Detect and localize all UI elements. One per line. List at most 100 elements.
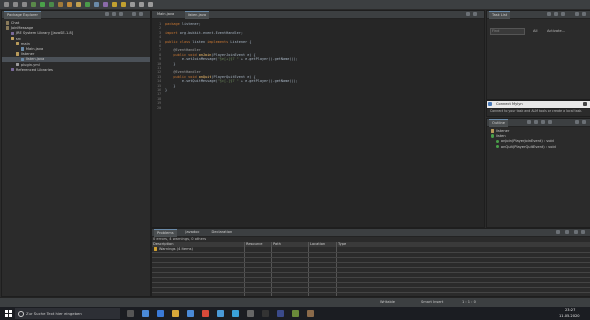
close-icon[interactable] (583, 102, 587, 106)
collapse-all-icon[interactable] (105, 12, 109, 16)
filter-icon[interactable] (556, 230, 560, 234)
maximize-icon[interactable] (582, 12, 586, 16)
new-package-icon[interactable] (76, 2, 81, 7)
bottom-tab-declaration[interactable]: Declaration (209, 229, 236, 236)
sync-icon[interactable] (554, 12, 558, 16)
minimize-icon[interactable] (574, 230, 578, 234)
outline-panel: Outline listener listen onJoin(PlayerJoinE… (486, 118, 590, 228)
new-class-icon[interactable] (85, 2, 90, 7)
prev-annotation-icon[interactable] (121, 2, 126, 7)
minimize-icon[interactable] (575, 120, 579, 124)
explorer-icon[interactable] (172, 310, 179, 317)
open-type-icon[interactable] (94, 2, 99, 7)
code-token: e.setQuitMessage( (165, 79, 218, 84)
code-line[interactable]: } (165, 62, 175, 66)
maximize-icon[interactable] (582, 120, 586, 124)
debug-icon[interactable] (31, 2, 36, 7)
connect-mylyn-text[interactable]: Connect to your task and ALM tools or cr… (490, 109, 588, 113)
code-line[interactable]: } (165, 88, 167, 92)
bottom-tab-problems[interactable]: Problems (154, 229, 177, 237)
library-icon (11, 68, 15, 72)
code-line[interactable]: e.setQuitMessage("§c[-]§7 " + e.getPlaye… (165, 79, 298, 83)
office-icon[interactable] (202, 310, 209, 317)
taskbar-time[interactable]: 23:27 (565, 308, 575, 312)
sort-icon[interactable] (527, 120, 531, 124)
tab-package-explorer[interactable]: Package Explorer (4, 11, 42, 19)
forward-icon[interactable] (139, 2, 144, 7)
new-task-icon[interactable] (547, 12, 551, 16)
view-menu-icon[interactable] (565, 230, 569, 234)
code-line[interactable]: package listener; (165, 22, 201, 26)
search-icon[interactable] (103, 2, 108, 7)
back-icon[interactable] (130, 2, 135, 7)
code-token: (PlayerQuitEvent e) { (211, 74, 256, 79)
hide-static-icon[interactable] (541, 120, 545, 124)
java-file-icon (21, 47, 25, 51)
tab-task-list[interactable]: Task List (489, 11, 511, 19)
link-editor-icon[interactable] (112, 12, 116, 16)
info-icon (488, 102, 492, 106)
code-token: Listener { (230, 39, 252, 44)
code-line[interactable]: public class listen implements Listener … (165, 40, 251, 44)
coverage-icon[interactable] (49, 2, 54, 7)
task-list-panel: Task List Find All Activate... (486, 10, 590, 100)
taskbar-search[interactable]: Zur Suche Text hier eingeben (15, 308, 120, 319)
task-find-input[interactable]: Find (490, 28, 525, 35)
minimize-icon[interactable] (575, 12, 579, 16)
editor-tab[interactable]: listen.java (184, 11, 210, 19)
code-editor[interactable]: 1 package listener; 2 3 import org.bukkit.ev… (152, 19, 484, 219)
hide-fields-icon[interactable] (534, 120, 538, 124)
task-activate-link[interactable]: Activate... (547, 28, 565, 34)
skype-icon[interactable] (232, 310, 239, 317)
hide-nonpublic-icon[interactable] (548, 120, 552, 124)
pin-icon[interactable] (148, 2, 153, 7)
status-bar: Writable Smart Insert 1 : 1 : 0 (0, 297, 590, 307)
maximize-icon[interactable] (139, 12, 143, 16)
taskbar-date[interactable]: 11.05.2020 (559, 314, 580, 318)
column-header[interactable]: Type (338, 242, 346, 247)
external-tools-icon[interactable] (58, 2, 63, 7)
filter-icon[interactable] (561, 12, 565, 16)
windows-start-icon[interactable] (5, 310, 12, 317)
tree-item-label: JoinMessage (10, 26, 34, 31)
next-annotation-icon[interactable] (112, 2, 117, 7)
save-icon[interactable] (13, 2, 18, 7)
code-token: public class (165, 39, 193, 44)
eclipse-icon[interactable] (277, 310, 284, 317)
new-icon[interactable] (4, 2, 9, 7)
row-divider (152, 267, 590, 268)
edge-icon[interactable] (157, 310, 164, 317)
terminal-icon[interactable] (262, 310, 269, 317)
tree-item[interactable]: onQuit(PlayerQuitEvent) : void (487, 145, 590, 150)
column-header[interactable]: Path (273, 242, 281, 247)
print-icon[interactable] (22, 2, 27, 7)
tree-item[interactable]: Referenced Libraries (2, 68, 150, 73)
warning-icon (154, 247, 158, 251)
tree-item-label: listener (20, 52, 35, 57)
code-line[interactable]: e.setJoinMessage("§e[+]§7 " + e.getPlaye… (165, 57, 298, 61)
maximize-icon[interactable] (581, 230, 585, 234)
tab-outline[interactable]: Outline (489, 119, 509, 127)
store-icon[interactable] (217, 310, 224, 317)
calculator-icon[interactable] (247, 310, 254, 317)
yml-file-icon (16, 62, 20, 67)
editor-tab[interactable]: Main.java (154, 11, 177, 18)
app-icon[interactable] (307, 310, 314, 317)
new-java-project-icon[interactable] (67, 2, 72, 7)
code-line[interactable]: import org.bukkit.event.EventHandler; (165, 31, 243, 35)
maximize-icon[interactable] (473, 12, 477, 16)
source-folder-icon (11, 36, 15, 41)
task-view-icon[interactable] (127, 310, 134, 317)
column-header[interactable]: Resource (246, 242, 262, 247)
chrome-icon[interactable] (142, 310, 149, 317)
minimize-icon[interactable] (132, 12, 136, 16)
column-header[interactable]: Location (310, 242, 325, 247)
run-icon[interactable] (40, 2, 45, 7)
bottom-tab-javadoc[interactable]: Javadoc (182, 229, 202, 236)
view-menu-icon[interactable] (119, 12, 123, 16)
minimize-icon[interactable] (466, 12, 470, 16)
task-filter-all[interactable]: All (533, 28, 537, 34)
mail-icon[interactable] (187, 310, 194, 317)
table-row[interactable]: Warnings (4 items) (154, 247, 193, 252)
minecraft-icon[interactable] (292, 310, 299, 317)
